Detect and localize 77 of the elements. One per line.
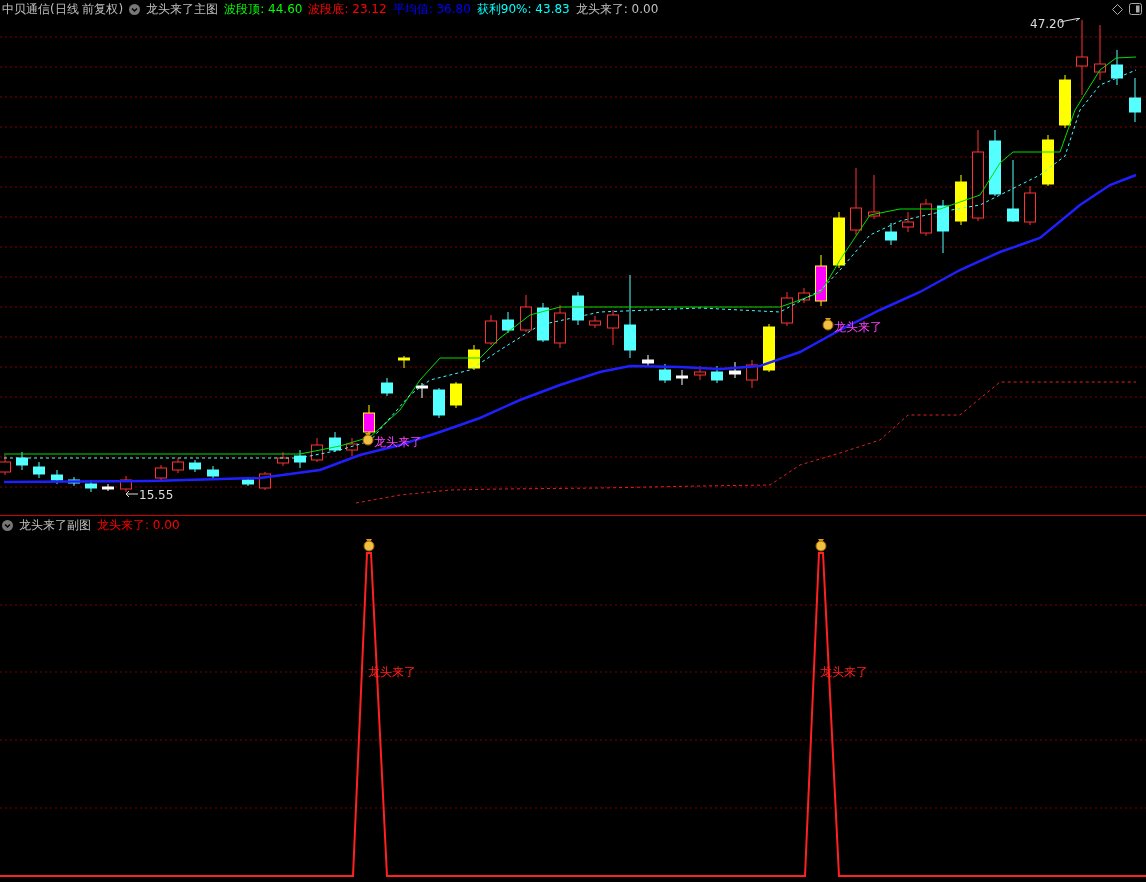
candlestick (1111, 49, 1123, 86)
price-label: 47.20 (1030, 17, 1065, 31)
candlestick (1042, 134, 1054, 187)
candlestick (989, 129, 1001, 197)
indicator-title: 龙头来了副图 (19, 516, 91, 534)
candlestick (676, 369, 688, 386)
diamond-icon[interactable] (1112, 3, 1123, 15)
candlestick (711, 365, 723, 384)
candlestick (763, 323, 775, 373)
candlestick (502, 311, 514, 334)
candlestick (381, 377, 393, 397)
candlestick (642, 354, 654, 368)
candlestick (189, 459, 201, 473)
candlestick (850, 167, 862, 236)
candlestick (885, 222, 897, 246)
candlestick (468, 344, 480, 371)
candlestick (277, 451, 289, 467)
candlestick (329, 431, 341, 453)
candlestick (1094, 24, 1106, 81)
candlestick (1059, 74, 1071, 129)
candlestick (520, 294, 532, 333)
candlestick (833, 211, 845, 269)
candlestick (363, 404, 375, 436)
candlestick (902, 211, 914, 233)
indicator-readout: 获利90%: 43.83 (476, 0, 570, 18)
candlestick (955, 174, 967, 226)
candlestick (433, 387, 445, 419)
candlestick (798, 287, 810, 304)
stock-title: 中贝通信(日线 前复权) (2, 0, 124, 18)
candlestick (398, 355, 410, 369)
indicator-readout: 波段底: 23.12 (308, 0, 387, 18)
indicator-readout: 波段顶: 44.60 (224, 0, 303, 18)
candlestick (450, 381, 462, 409)
indicator-readout: 龙头来了: 0.00 (97, 516, 180, 534)
dropdown-icon[interactable] (129, 3, 141, 15)
candlestick (155, 464, 167, 481)
candlestick (589, 315, 601, 329)
indicator-readout: 平均值: 36.80 (392, 0, 471, 18)
arrow-icon (125, 490, 139, 498)
candlestick (937, 199, 949, 254)
candlestick (1129, 77, 1141, 123)
candlestick (537, 302, 549, 343)
candlestick (1024, 185, 1036, 226)
candlestick (346, 437, 358, 457)
candlestick (294, 449, 306, 469)
candlestick (694, 365, 706, 381)
price-label: 15.55 (139, 488, 174, 502)
candlestick (868, 174, 880, 220)
candlestick (120, 475, 132, 493)
candlestick (259, 471, 271, 491)
indicator-readout: 龙头来了: 0.00 (575, 0, 659, 18)
candlestick (416, 382, 428, 399)
candlestick (554, 304, 566, 349)
candlestick (207, 465, 219, 479)
candlestick (746, 359, 758, 389)
candlestick (1007, 159, 1019, 223)
dropdown-icon[interactable] (2, 519, 13, 531)
candlestick (572, 291, 584, 326)
indicator-title: 龙头来了主图 (146, 0, 219, 18)
candlestick (242, 476, 254, 487)
candlestick (920, 198, 932, 237)
candlestick (815, 254, 827, 307)
money-bag-icon (815, 539, 827, 552)
candlestick (781, 291, 793, 327)
candlestick (33, 461, 45, 479)
candlestick (172, 457, 184, 474)
candlestick (729, 361, 741, 379)
candlestick (485, 314, 497, 346)
candlestick (16, 451, 28, 471)
panel-toggle-icon[interactable] (1129, 3, 1142, 15)
candlestick (607, 309, 619, 346)
candlestick (311, 437, 323, 463)
candlestick (51, 469, 63, 485)
money-bag-icon (362, 433, 374, 446)
money-bag-icon (363, 539, 375, 552)
candlestick (659, 363, 671, 384)
money-bag-icon (822, 318, 834, 331)
